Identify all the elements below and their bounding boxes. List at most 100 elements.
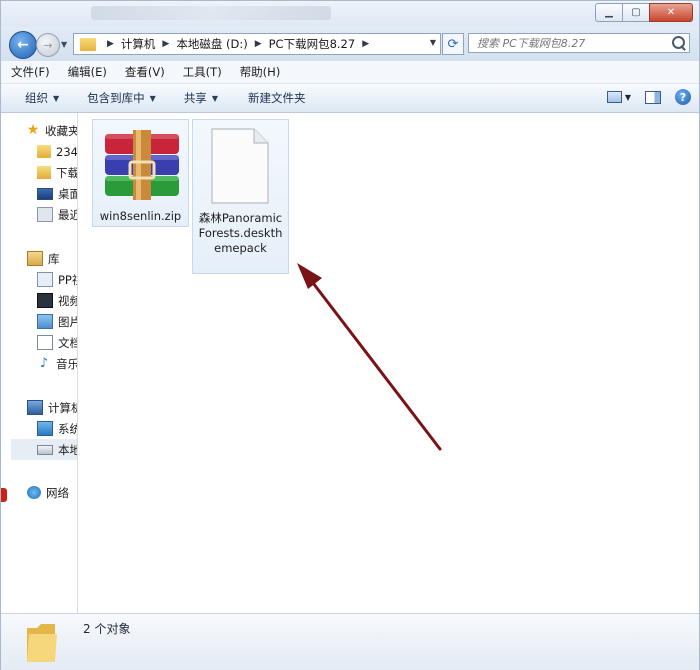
- chevron-right-icon[interactable]: ▶: [107, 39, 114, 49]
- nav-fav-item[interactable]: 最近: [37, 204, 77, 225]
- minimize-button[interactable]: ▁: [595, 3, 623, 22]
- nav-computer[interactable]: 计算机: [27, 397, 77, 418]
- nav-label: 文档: [58, 335, 77, 350]
- video-icon: [37, 293, 53, 308]
- chevron-right-icon[interactable]: ▶: [362, 39, 369, 49]
- file-list[interactable]: win8senlin.zip 森林PanoramicForests.deskth…: [78, 113, 699, 613]
- folder-icon: [80, 37, 96, 51]
- back-arrow-icon: ←: [17, 37, 29, 53]
- nav-libraries[interactable]: 库: [27, 248, 77, 269]
- share-label: 共享: [183, 91, 207, 105]
- menu-help[interactable]: 帮助(H): [230, 64, 289, 80]
- nav-lib-item[interactable]: ♪ 音乐: [37, 353, 77, 374]
- chevron-down-icon: ▼: [211, 93, 218, 103]
- include-library-label: 包含到库中: [87, 91, 145, 105]
- breadcrumb-current-folder[interactable]: PC下载网包8.27: [269, 36, 356, 52]
- nav-lib-item[interactable]: 图片: [37, 311, 77, 332]
- nav-label: 最近: [58, 207, 77, 222]
- star-icon: ★: [26, 122, 40, 138]
- chevron-down-icon: ▼: [53, 93, 60, 103]
- title-bar[interactable]: ▁ ▢ ✕: [1, 1, 699, 27]
- address-dropdown-icon[interactable]: ▼: [430, 38, 436, 47]
- organize-button[interactable]: 组织 ▼: [1, 90, 71, 106]
- preview-pane-icon: [645, 90, 661, 104]
- menu-bar: 文件(F) 编辑(E) 查看(V) 工具(T) 帮助(H): [1, 61, 699, 84]
- nav-fav-item[interactable]: 桌面: [37, 183, 77, 204]
- music-icon: ♪: [39, 356, 49, 371]
- nav-favorites[interactable]: ★ 收藏夹: [25, 120, 77, 141]
- nav-label: 桌面: [58, 186, 77, 201]
- command-bar: 组织 ▼ 包含到库中 ▼ 共享 ▼ 新建文件夹 ▼ ?: [1, 84, 699, 113]
- new-folder-button[interactable]: 新建文件夹: [230, 90, 318, 106]
- back-button[interactable]: ←: [9, 31, 37, 59]
- nav-label: 系统: [58, 421, 77, 436]
- menu-file[interactable]: 文件(F): [1, 64, 58, 80]
- desktop-icon: [37, 187, 53, 200]
- nav-label: 视频: [58, 293, 77, 308]
- recent-pages-dropdown-icon[interactable]: ▼: [61, 40, 67, 49]
- address-row: ← → ▼ ▶ 计算机 ▶ 本地磁盘 (D:) ▶ PC下载网包8.27 ▶ ▼…: [1, 27, 699, 61]
- chevron-right-icon[interactable]: ▶: [255, 39, 262, 49]
- pictures-icon: [37, 314, 53, 329]
- nav-lib-item[interactable]: PP视: [37, 269, 77, 290]
- address-bar[interactable]: ▶ 计算机 ▶ 本地磁盘 (D:) ▶ PC下载网包8.27 ▶ ▼: [73, 33, 441, 55]
- nav-label: PP视: [58, 272, 77, 287]
- drive-icon: [37, 444, 53, 455]
- view-icon: [607, 91, 622, 103]
- folder-icon: [37, 145, 51, 158]
- breadcrumb-local-disk[interactable]: 本地磁盘 (D:): [176, 36, 247, 52]
- nav-network[interactable]: 网络: [27, 482, 77, 503]
- blurred-title-text: [91, 6, 331, 20]
- folder-icon: [27, 624, 57, 662]
- nav-fav-item[interactable]: 234: [37, 141, 77, 162]
- search-input[interactable]: [475, 34, 669, 53]
- nav-label: 下载: [56, 165, 78, 180]
- chevron-down-icon: ▼: [149, 93, 156, 103]
- view-controls: ▼ ?: [597, 88, 691, 106]
- annotation-arrow-icon: [297, 263, 442, 451]
- nav-fav-item[interactable]: 下载: [37, 162, 78, 183]
- nav-label: 图片: [58, 314, 77, 329]
- documents-icon: [37, 335, 53, 350]
- system-drive-icon: [37, 421, 53, 436]
- menu-view[interactable]: 查看(V): [115, 64, 173, 80]
- nav-computer-item-selected[interactable]: 本地: [11, 439, 77, 460]
- forward-button[interactable]: →: [36, 33, 60, 57]
- search-icon[interactable]: [672, 36, 685, 49]
- chevron-down-icon: ▼: [624, 92, 631, 102]
- chevron-right-icon[interactable]: ▶: [162, 39, 169, 49]
- nav-label: 本地: [58, 442, 77, 457]
- library-icon: [27, 251, 43, 266]
- search-box[interactable]: [468, 33, 690, 53]
- nav-label: 计算机: [48, 400, 77, 415]
- computer-icon: [27, 400, 43, 415]
- item-count: 2 个对象: [83, 622, 131, 636]
- nav-label: 网络: [46, 485, 69, 500]
- recent-places-icon: [37, 207, 53, 222]
- library-folder-icon: [37, 272, 53, 287]
- include-library-button[interactable]: 包含到库中 ▼: [71, 90, 168, 106]
- nav-label: 库: [48, 251, 60, 266]
- help-icon[interactable]: ?: [675, 89, 691, 105]
- refresh-icon: ⟳: [447, 36, 459, 52]
- close-icon: ✕: [666, 7, 676, 18]
- refresh-button[interactable]: ⟳: [442, 33, 464, 55]
- explorer-window: ▁ ▢ ✕ ← → ▼ ▶ 计算机 ▶ 本地磁盘 (D:) ▶ PC下载网包8.…: [0, 0, 700, 670]
- maximize-icon: ▢: [631, 7, 641, 18]
- download-folder-icon: [37, 166, 51, 179]
- navigation-pane: ★ 收藏夹 234 下载 桌面 最近 库 PP视 视频 图片 文档 ♪ 音乐 计算机…: [1, 113, 78, 613]
- menu-tools[interactable]: 工具(T): [173, 64, 230, 80]
- nav-lib-item[interactable]: 视频: [37, 290, 77, 311]
- forward-arrow-icon: →: [43, 38, 53, 52]
- change-view-button[interactable]: ▼: [607, 88, 631, 106]
- close-button[interactable]: ✕: [649, 3, 693, 22]
- preview-pane-button[interactable]: [641, 88, 665, 106]
- nav-lib-item[interactable]: 文档: [37, 332, 77, 353]
- nav-computer-item[interactable]: 系统: [37, 418, 77, 439]
- menu-edit[interactable]: 编辑(E): [58, 64, 115, 80]
- network-icon: [27, 486, 41, 499]
- organize-label: 组织: [25, 91, 48, 105]
- share-button[interactable]: 共享 ▼: [168, 90, 230, 106]
- maximize-button[interactable]: ▢: [622, 3, 650, 22]
- breadcrumb-computer[interactable]: 计算机: [121, 36, 156, 52]
